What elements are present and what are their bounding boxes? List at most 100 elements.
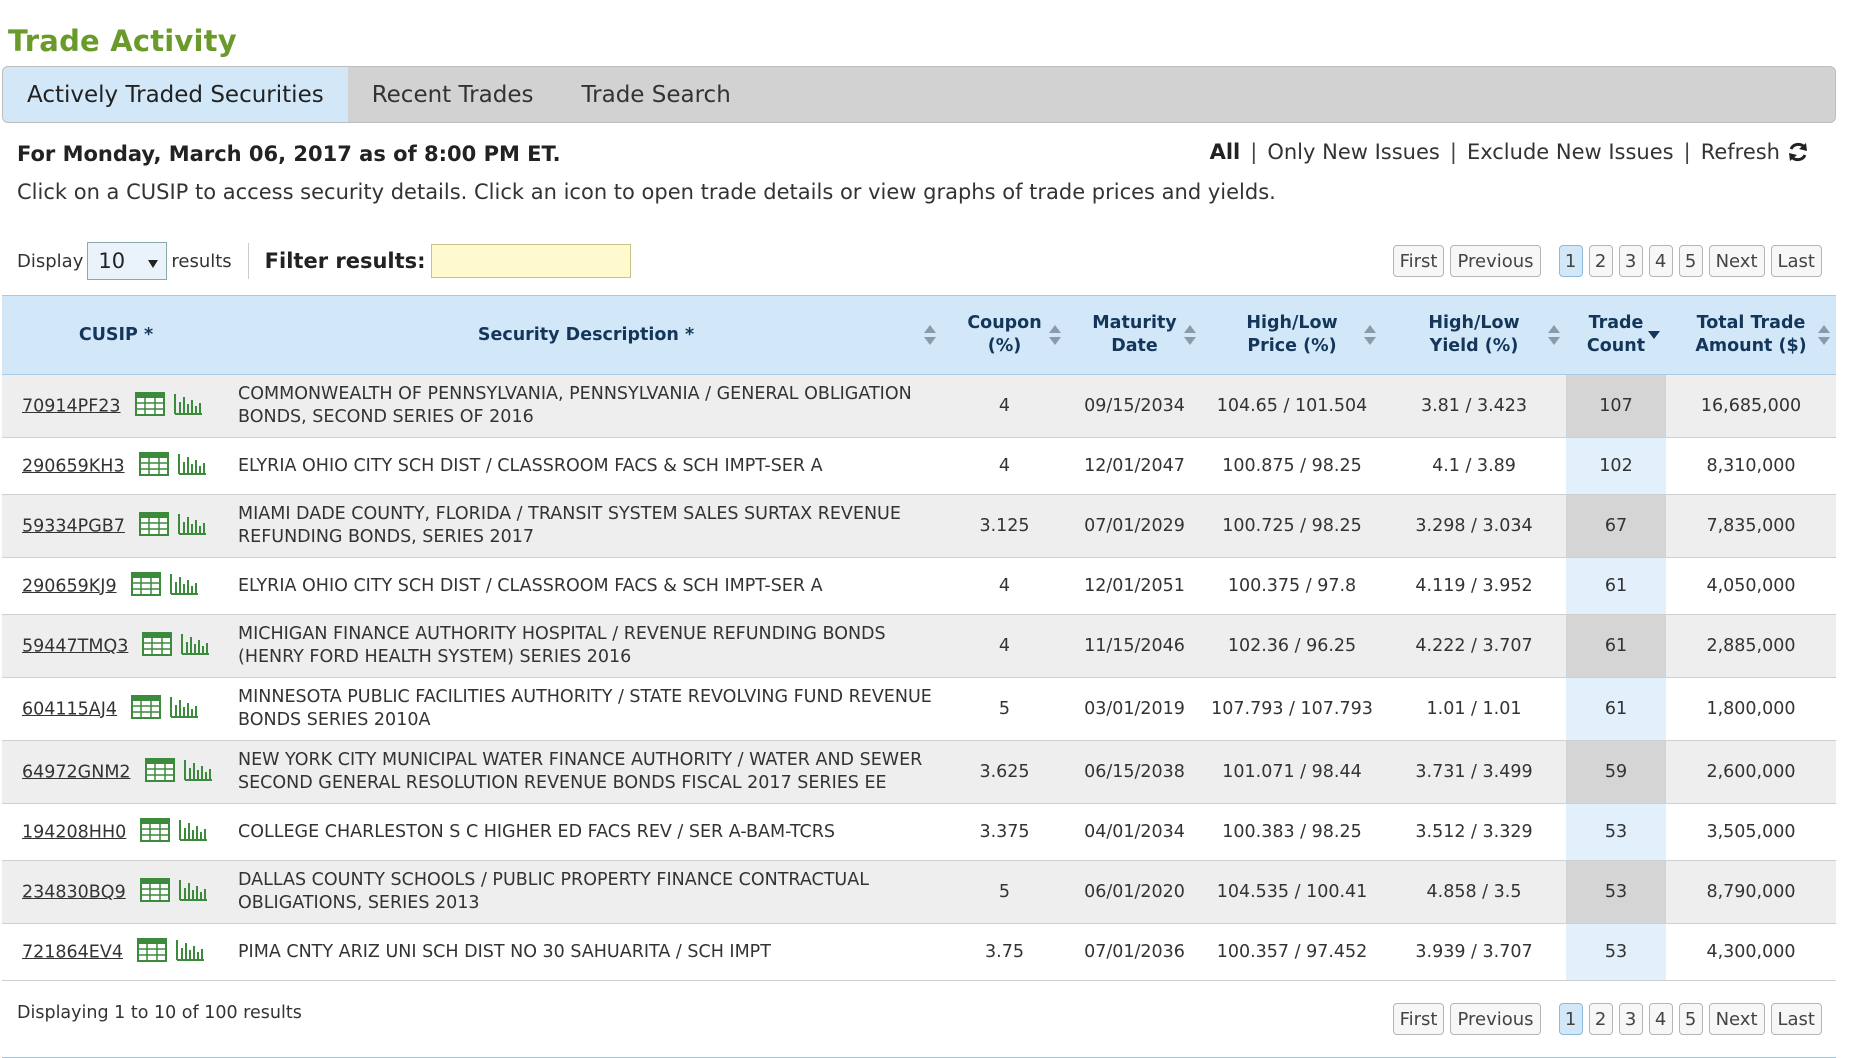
page-button-4[interactable]: 4 (1648, 1003, 1673, 1035)
price-yield-graph-icon[interactable] (173, 392, 203, 421)
tab-actively-traded-securities[interactable]: Actively Traded Securities (3, 67, 348, 122)
cusip-link[interactable]: 70914PF23 (22, 396, 121, 416)
cusip-cell: 70914PF23 (2, 374, 230, 438)
cusip-link[interactable]: 290659KJ9 (22, 576, 117, 596)
sort-icon[interactable] (1548, 323, 1560, 347)
header-label: Date (1111, 336, 1158, 356)
price-range-cell: 100.375 / 97.8 (1202, 557, 1382, 615)
column-header-trade-count[interactable]: Trade Count (1566, 295, 1666, 375)
header-label: Count (1586, 336, 1646, 356)
header-label: Coupon (967, 313, 1042, 333)
tab-recent-trades[interactable]: Recent Trades (348, 67, 558, 122)
next-page-button[interactable]: Next (1708, 1003, 1765, 1035)
column-header-cusip[interactable]: CUSIP * (2, 295, 230, 375)
price-yield-graph-icon[interactable] (178, 878, 208, 907)
cusip-link[interactable]: 234830BQ9 (22, 882, 126, 902)
trade-details-icon[interactable] (144, 757, 175, 787)
page-button-2[interactable]: 2 (1588, 245, 1613, 277)
column-header-coupon[interactable]: Coupon (%) (942, 295, 1067, 375)
first-page-button[interactable]: First (1392, 245, 1445, 277)
separator: | (1449, 140, 1457, 164)
security-description: COLLEGE CHARLESTON S C HIGHER ED FACS RE… (230, 803, 942, 861)
column-header-yield[interactable]: High/Low Yield (%) (1382, 295, 1566, 375)
sort-icon[interactable] (1364, 323, 1376, 347)
price-yield-graph-icon[interactable] (180, 632, 210, 661)
trade-count-cell: 59 (1566, 740, 1666, 804)
trade-details-icon[interactable] (134, 391, 165, 421)
filter-results-input[interactable] (430, 244, 631, 278)
trade-count-cell: 53 (1566, 860, 1666, 924)
issue-filter: All | Only New Issues | Exclude New Issu… (1210, 140, 1810, 164)
cusip-link[interactable]: 290659KH3 (22, 456, 125, 476)
page-button-4[interactable]: 4 (1648, 245, 1673, 277)
price-yield-graph-icon[interactable] (177, 512, 207, 541)
cusip-link[interactable]: 59447TMQ3 (22, 636, 128, 656)
column-header-total-amount[interactable]: Total Trade Amount ($) (1666, 295, 1836, 375)
first-page-button[interactable]: First (1392, 1003, 1445, 1035)
page-button-5[interactable]: 5 (1678, 245, 1703, 277)
next-page-button[interactable]: Next (1708, 245, 1765, 277)
page-button-1[interactable]: 1 (1558, 245, 1583, 277)
last-page-button[interactable]: Last (1770, 1003, 1822, 1035)
security-description: DALLAS COUNTY SCHOOLS / PUBLIC PROPERTY … (230, 860, 942, 924)
sort-icon[interactable] (924, 323, 936, 347)
trade-details-icon[interactable] (131, 694, 162, 724)
filter-only-new-issues[interactable]: Only New Issues (1267, 140, 1440, 164)
filter-label: Filter results: (264, 249, 426, 273)
page-button-3[interactable]: 3 (1618, 1003, 1643, 1035)
trade-details-icon[interactable] (142, 631, 173, 661)
cusip-link[interactable]: 604115AJ4 (22, 699, 117, 719)
column-header-price[interactable]: High/Low Price (%) (1202, 295, 1382, 375)
security-description: NEW YORK CITY MUNICIPAL WATER FINANCE AU… (230, 740, 942, 804)
price-range-cell: 101.071 / 98.44 (1202, 740, 1382, 804)
trade-details-icon[interactable] (140, 817, 171, 847)
filter-all[interactable]: All (1210, 140, 1241, 164)
coupon-cell: 3.75 (942, 923, 1067, 981)
cusip-link[interactable]: 721864EV4 (22, 942, 123, 962)
filter-exclude-new-issues[interactable]: Exclude New Issues (1467, 140, 1674, 164)
column-header-maturity[interactable]: Maturity Date (1067, 295, 1202, 375)
yield-range-cell: 4.858 / 3.5 (1382, 860, 1566, 924)
trade-details-icon[interactable] (136, 937, 167, 967)
price-yield-graph-icon[interactable] (169, 695, 199, 724)
price-yield-graph-icon[interactable] (177, 452, 207, 481)
refresh-icon[interactable] (1786, 140, 1810, 164)
trade-details-icon[interactable] (138, 511, 169, 541)
previous-page-button[interactable]: Previous (1450, 245, 1541, 277)
page-button-3[interactable]: 3 (1618, 245, 1643, 277)
yield-range-cell: 1.01 / 1.01 (1382, 677, 1566, 741)
total-amount-cell: 8,790,000 (1666, 860, 1836, 924)
price-yield-graph-icon[interactable] (183, 758, 213, 787)
sort-icon[interactable] (1818, 323, 1830, 347)
table-body: 70914PF23 COMMONWEALTH OF PENNSYLVANIA, P… (2, 374, 1836, 981)
cusip-link[interactable]: 194208HH0 (22, 822, 126, 842)
column-header-description[interactable]: Security Description * (230, 295, 942, 375)
sort-icon[interactable] (1049, 323, 1061, 347)
total-amount-cell: 2,885,000 (1666, 614, 1836, 678)
results-per-page-select[interactable]: 10 (87, 242, 168, 280)
trade-details-icon[interactable] (138, 451, 169, 481)
table-row: 70914PF23 COMMONWEALTH OF PENNSYLVANIA, P… (2, 374, 1836, 438)
price-yield-graph-icon[interactable] (178, 818, 208, 847)
price-yield-graph-icon[interactable] (169, 572, 199, 601)
last-page-button[interactable]: Last (1770, 245, 1822, 277)
previous-page-button[interactable]: Previous (1450, 1003, 1541, 1035)
yield-range-cell: 3.731 / 3.499 (1382, 740, 1566, 804)
tab-trade-search[interactable]: Trade Search (557, 67, 754, 122)
header-label: Amount ($) (1695, 336, 1807, 356)
price-yield-graph-icon[interactable] (175, 938, 205, 967)
cusip-cell: 721864EV4 (2, 923, 230, 981)
trade-count-cell: 61 (1566, 614, 1666, 678)
price-range-cell: 100.357 / 97.452 (1202, 923, 1382, 981)
trade-details-icon[interactable] (139, 877, 170, 907)
cusip-link[interactable]: 64972GNM2 (22, 762, 131, 782)
refresh-link[interactable]: Refresh (1701, 140, 1780, 164)
page-button-5[interactable]: 5 (1678, 1003, 1703, 1035)
price-range-cell: 100.725 / 98.25 (1202, 494, 1382, 558)
sort-descending-icon[interactable] (1648, 323, 1660, 347)
trade-details-icon[interactable] (130, 571, 161, 601)
sort-icon[interactable] (1184, 323, 1196, 347)
cusip-link[interactable]: 59334PGB7 (22, 516, 125, 536)
page-button-1[interactable]: 1 (1558, 1003, 1583, 1035)
page-button-2[interactable]: 2 (1588, 1003, 1613, 1035)
